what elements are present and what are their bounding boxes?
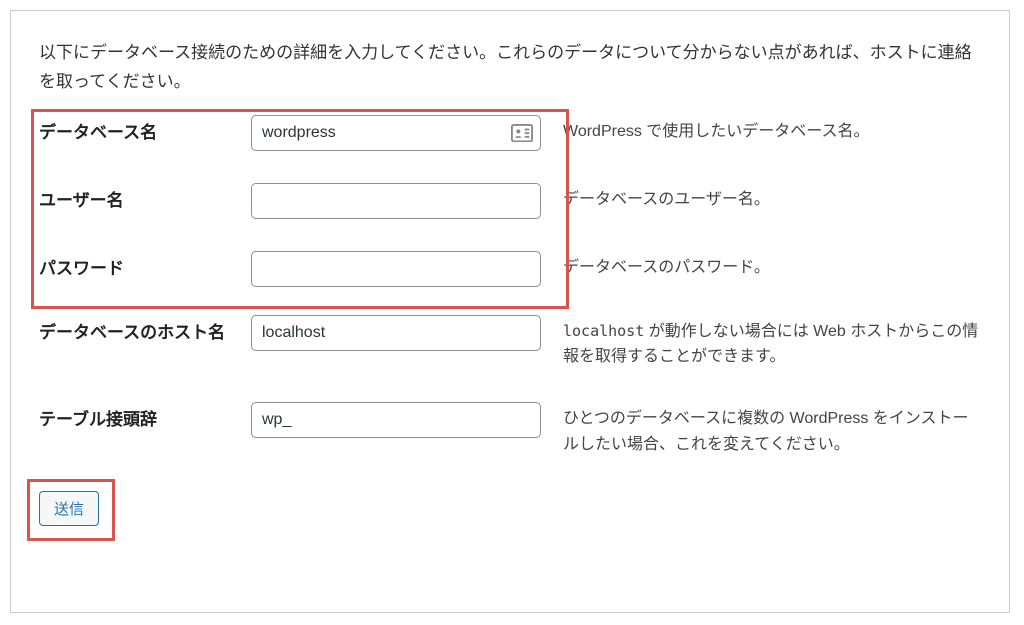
- label-username: ユーザー名: [39, 183, 251, 213]
- row-username: ユーザー名 データベースのユーザー名。: [39, 183, 981, 219]
- input-dbname[interactable]: [251, 115, 541, 151]
- label-dbname: データベース名: [39, 115, 251, 145]
- setup-config-panel: 以下にデータベース接続のための詳細を入力してください。これらのデータについて分か…: [10, 10, 1010, 613]
- row-dbname: データベース名 WordP: [39, 115, 981, 151]
- desc-dbhost-code: localhost: [563, 322, 644, 340]
- input-password[interactable]: [251, 251, 541, 287]
- desc-password: データベースのパスワード。: [551, 251, 981, 281]
- label-prefix: テーブル接頭辞: [39, 402, 251, 432]
- row-prefix: テーブル接頭辞 ひとつのデータベースに複数の WordPress をインストール…: [39, 402, 981, 457]
- input-dbhost[interactable]: [251, 315, 541, 351]
- label-dbhost: データベースのホスト名: [39, 315, 251, 345]
- submit-button[interactable]: 送信: [39, 491, 99, 526]
- label-password: パスワード: [39, 251, 251, 281]
- intro-text: 以下にデータベース接続のための詳細を入力してください。これらのデータについて分か…: [39, 39, 981, 97]
- desc-dbname: WordPress で使用したいデータベース名。: [551, 115, 981, 145]
- desc-dbhost: localhost が動作しない場合には Web ホストからこの情報を取得するこ…: [551, 315, 981, 370]
- desc-prefix: ひとつのデータベースに複数の WordPress をインストールしたい場合、これ…: [551, 402, 981, 457]
- input-username[interactable]: [251, 183, 541, 219]
- row-password: パスワード データベースのパスワード。: [39, 251, 981, 287]
- form-area: データベース名 WordP: [39, 115, 981, 457]
- input-prefix[interactable]: [251, 402, 541, 438]
- contact-card-icon: [511, 124, 533, 142]
- desc-username: データベースのユーザー名。: [551, 183, 981, 213]
- row-dbhost: データベースのホスト名 localhost が動作しない場合には Web ホスト…: [39, 315, 981, 370]
- submit-area: 送信: [39, 491, 99, 526]
